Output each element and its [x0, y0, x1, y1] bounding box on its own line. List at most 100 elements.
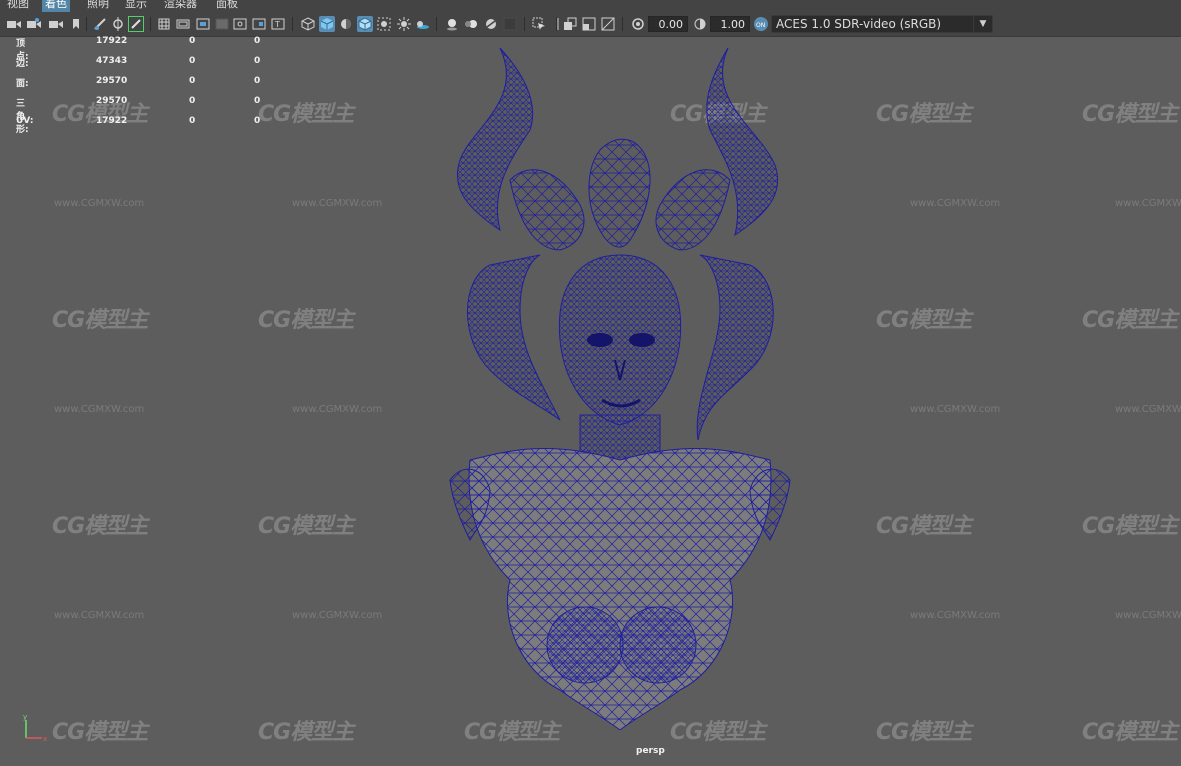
hud-label: 边:	[16, 59, 29, 69]
chevron-down-icon[interactable]: ▼	[973, 16, 992, 32]
watermark-url: www.CGMXW.com	[54, 404, 145, 415]
bookmark-icon[interactable]	[68, 16, 84, 32]
ui-toggle-icon[interactable]	[562, 16, 578, 32]
hud-label: UV:	[16, 116, 34, 126]
watermark-url: www.CGMXW.com	[292, 198, 383, 209]
ambient-occlusion-icon[interactable]	[444, 16, 460, 32]
watermark-url: www.CGMXW.com	[292, 610, 383, 621]
camera-attributes-icon[interactable]	[26, 16, 42, 32]
gamma-field[interactable]: 1.00	[710, 16, 750, 32]
svg-text:T: T	[274, 20, 280, 29]
grid-icon[interactable]	[156, 16, 172, 32]
model-torso	[449, 448, 791, 730]
hud-value: 0	[254, 116, 261, 126]
ui-toggle-3-icon[interactable]	[600, 16, 616, 32]
hud-value: 0	[189, 116, 196, 126]
shadows-icon[interactable]	[414, 16, 430, 32]
watermark-logo: CG模型主	[876, 514, 972, 539]
menu-renderer[interactable]: 渲染器	[161, 0, 200, 12]
menu-shading[interactable]: 着色	[42, 0, 70, 12]
hud-value: 0	[254, 36, 261, 46]
watermark-logo: CG模型主	[876, 720, 972, 745]
watermark-logo: CG模型主	[258, 514, 354, 539]
watermark-url: www.CGMXW.com	[910, 404, 1001, 415]
use-default-material-icon[interactable]	[338, 16, 354, 32]
watermark-logo: CG模型主	[1082, 308, 1178, 333]
axis-x-label: x	[43, 735, 47, 743]
menu-show[interactable]: 显示	[122, 0, 150, 12]
watermark-url: www.CGMXW.com	[910, 610, 1001, 621]
lighting-icon[interactable]	[396, 16, 412, 32]
watermark-url: www.CGMXW.com	[54, 198, 145, 209]
xray-icon[interactable]	[376, 16, 392, 32]
watermark-url: www.CGMXW.com	[54, 610, 145, 621]
menu-lighting[interactable]: 照明	[84, 0, 112, 12]
watermark-logo: CG模型主	[52, 514, 148, 539]
watermark-logo: CG模型主	[876, 102, 972, 127]
view-transform-dropdown[interactable]: ACES 1.0 SDR-video (sRGB) ▼	[771, 15, 993, 33]
watermark-url: www.CGMXW.com	[292, 404, 383, 415]
watermark-url: www.CGMXW.com	[1115, 610, 1181, 621]
menu-panels[interactable]: 面板	[213, 0, 241, 12]
camera-label: persp	[636, 746, 665, 756]
watermark-logo: CG模型主	[52, 720, 148, 745]
hud-value: 0	[189, 76, 196, 86]
view-transform-value: ACES 1.0 SDR-video (sRGB)	[776, 17, 942, 31]
film-gate-icon[interactable]	[175, 16, 191, 32]
resolution-gate-icon[interactable]	[195, 16, 211, 32]
watermark-url: www.CGMXW.com	[1115, 404, 1181, 415]
safe-action-icon[interactable]	[251, 16, 267, 32]
gate-mask-icon[interactable]	[214, 16, 230, 32]
hud-value: 0	[189, 56, 196, 66]
wireframe-cube-icon[interactable]	[300, 16, 316, 32]
wireframe-model[interactable]	[430, 40, 810, 730]
watermark-logo: CG模型主	[258, 720, 354, 745]
gamma-icon[interactable]	[692, 16, 708, 32]
2d-pan-zoom-icon[interactable]	[110, 16, 126, 32]
grease-pencil-icon[interactable]	[128, 16, 144, 32]
watermark-logo: CG模型主	[1082, 514, 1178, 539]
image-plane-icon[interactable]	[92, 16, 108, 32]
watermark-url: www.CGMXW.com	[1115, 198, 1181, 209]
hud-value: 0	[254, 76, 261, 86]
axis-gizmo: y x	[23, 714, 47, 743]
hud-value: 17922	[96, 116, 128, 126]
hud-value: 0	[254, 56, 261, 66]
hud-value: 29570	[96, 76, 128, 86]
select-camera-icon[interactable]	[6, 16, 22, 32]
hud-value: 47343	[96, 56, 128, 66]
exposure-field[interactable]: 0.00	[648, 16, 688, 32]
isolate-select-icon[interactable]	[531, 16, 547, 32]
hud-value: 0	[189, 36, 196, 46]
hud-label: 面:	[16, 79, 29, 89]
svg-text:ON: ON	[756, 22, 765, 29]
hud-value: 17922	[96, 36, 128, 46]
hud-value: 0	[254, 96, 261, 106]
smooth-shade-icon[interactable]	[319, 16, 335, 32]
model-headdress	[509, 138, 731, 251]
field-chart-icon[interactable]	[232, 16, 248, 32]
motion-blur-icon[interactable]	[463, 16, 479, 32]
panel-menubar: 视图 着色 照明 显示 渲染器 面板	[0, 0, 1181, 12]
safe-title-icon[interactable]: T	[270, 16, 286, 32]
watermark-logo: CG模型主	[258, 308, 354, 333]
hud-value: 0	[189, 96, 196, 106]
hud-value: 29570	[96, 96, 128, 106]
watermark-logo: CG模型主	[876, 308, 972, 333]
watermark-logo: CG模型主	[1082, 720, 1178, 745]
bookmarks-icon[interactable]	[48, 16, 64, 32]
ui-toggle-2-icon[interactable]	[581, 16, 597, 32]
watermark-logo: CG模型主	[1082, 102, 1178, 127]
wireframe-on-shaded-icon[interactable]	[357, 16, 373, 32]
model-head	[558, 254, 682, 426]
watermark-url: www.CGMXW.com	[910, 198, 1001, 209]
depth-of-field-icon[interactable]	[502, 16, 518, 32]
anti-aliasing-icon[interactable]	[483, 16, 499, 32]
watermark-logo: CG模型主	[52, 308, 148, 333]
color-management-icon[interactable]: ON	[753, 16, 769, 32]
exposure-icon[interactable]	[630, 16, 646, 32]
axis-y-label: y	[23, 714, 27, 721]
watermark-logo: CG模型主	[258, 102, 354, 127]
panel-toolbar: T 0.00 1.00 ON ACES 1.0 SDR-video (sRGB)…	[0, 12, 1181, 37]
menu-view[interactable]: 视图	[4, 0, 32, 12]
